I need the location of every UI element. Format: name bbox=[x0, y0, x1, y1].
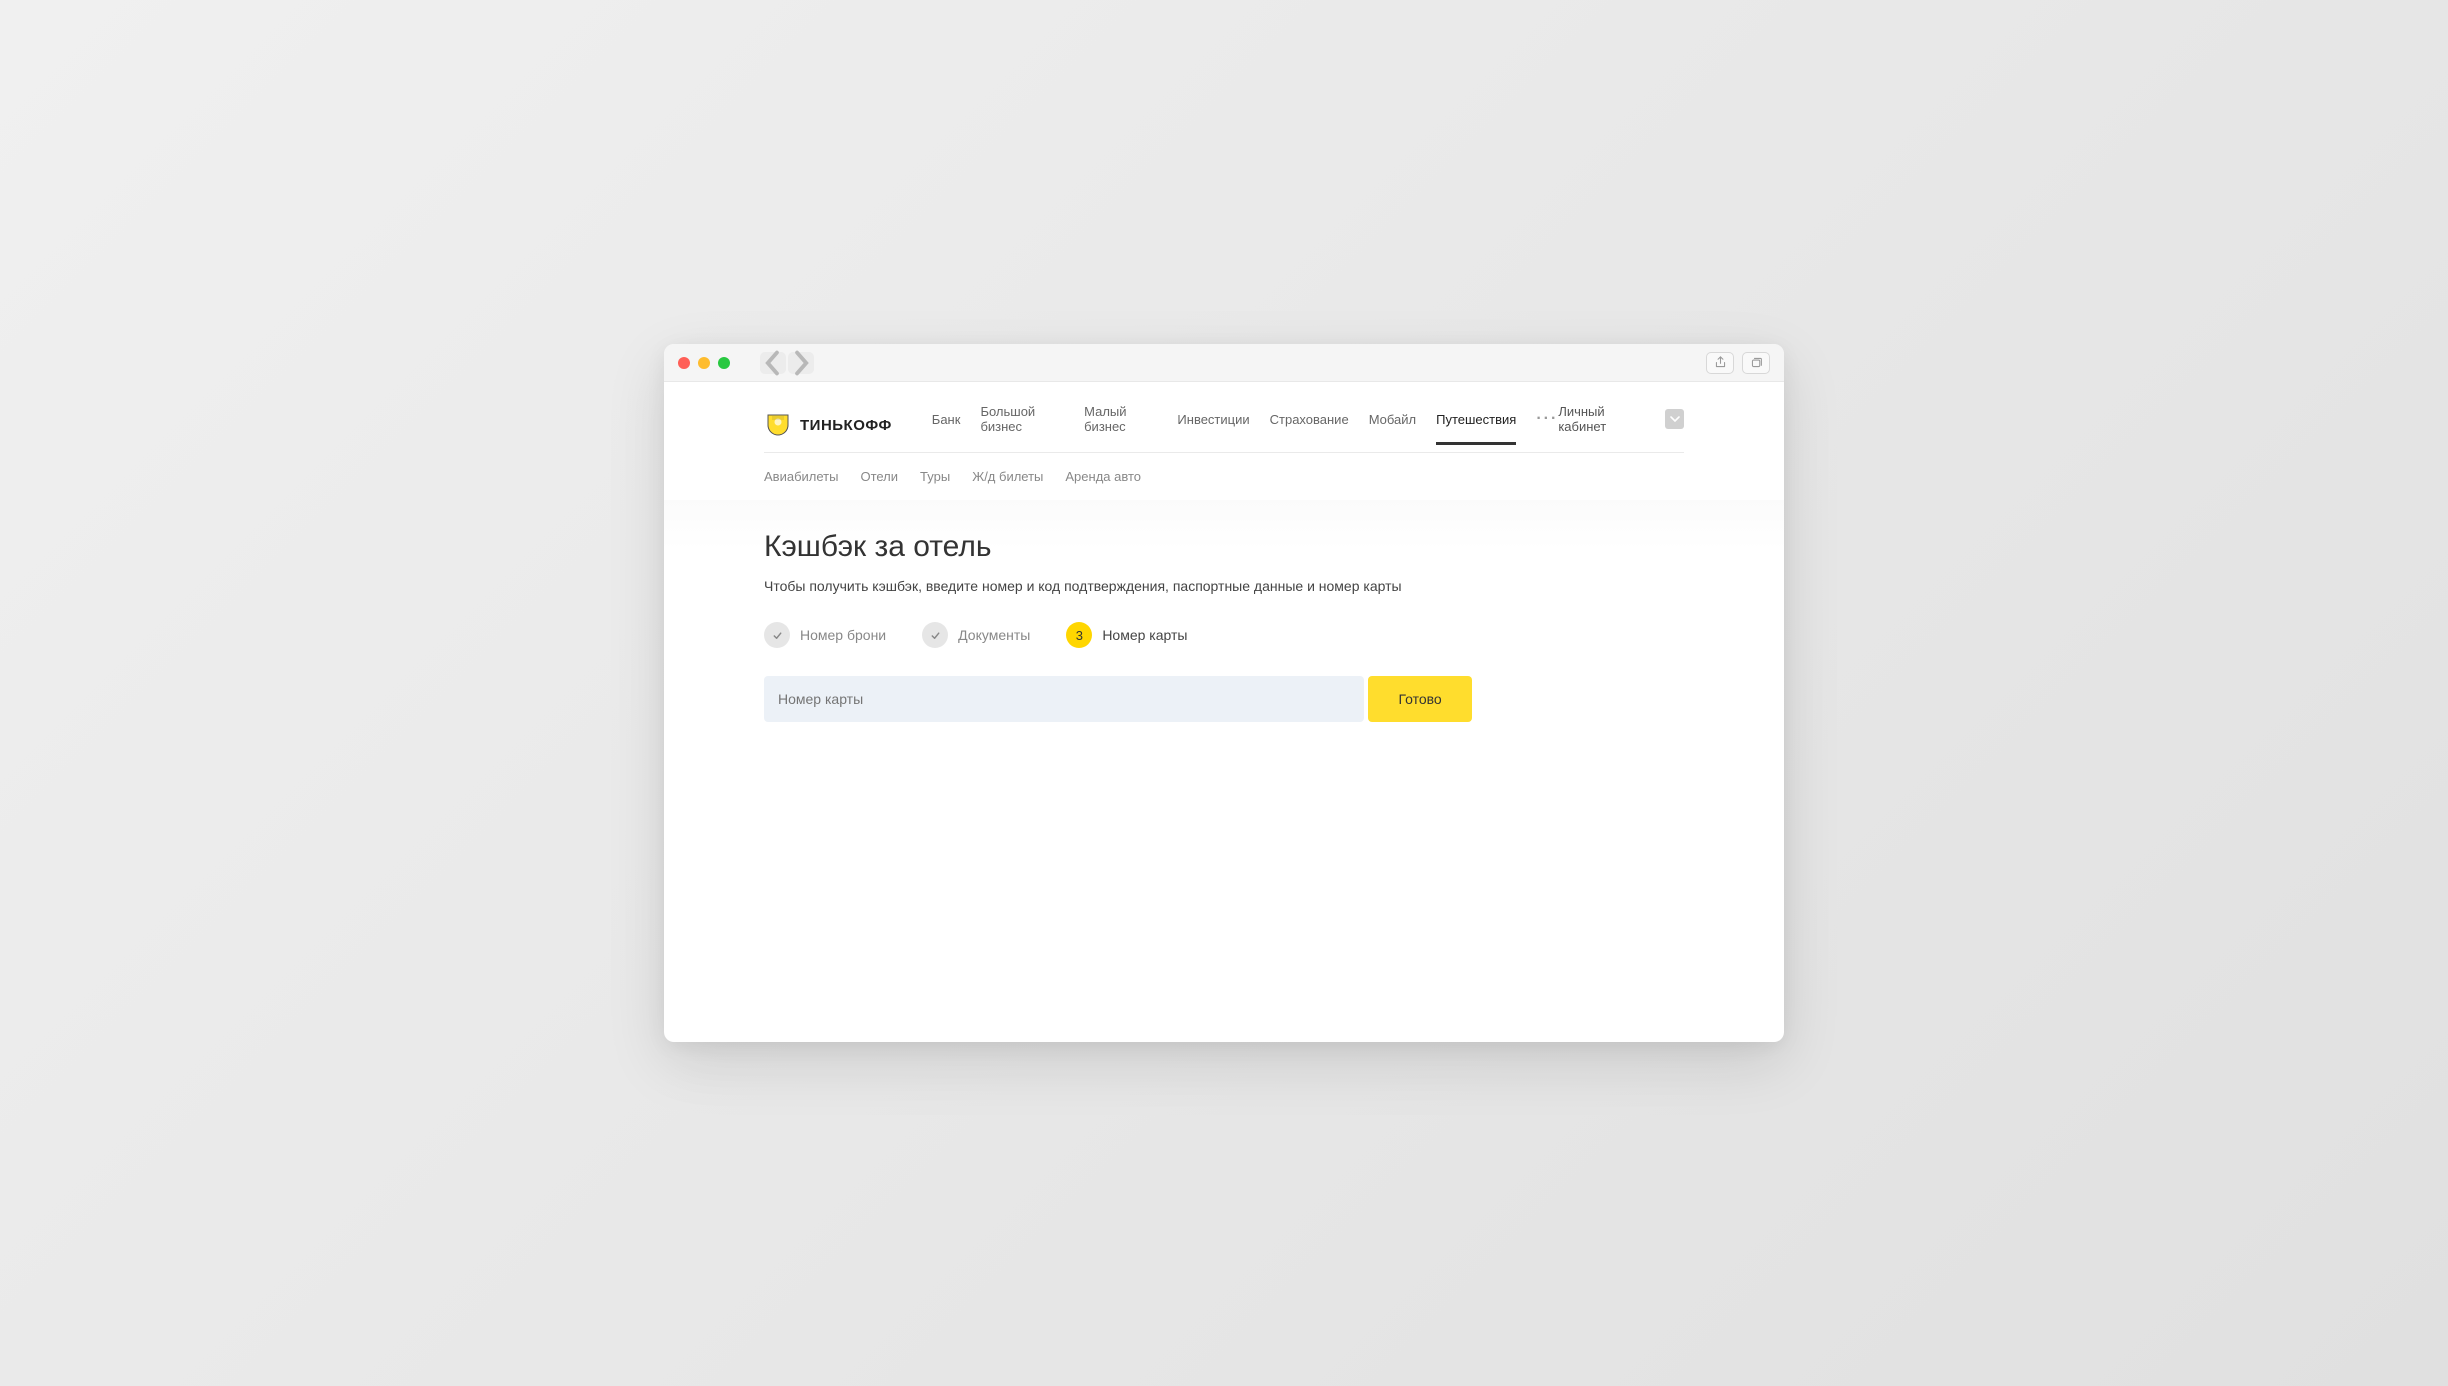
account-link[interactable]: Личный кабинет bbox=[1558, 404, 1651, 434]
card-number-input[interactable] bbox=[764, 676, 1364, 722]
submit-button[interactable]: Готово bbox=[1368, 676, 1471, 722]
logo-crest-icon bbox=[764, 411, 792, 439]
header: ТИНЬКОФФ Банк Большой бизнес Малый бизне… bbox=[664, 382, 1784, 452]
minimize-window-button[interactable] bbox=[698, 357, 710, 369]
step-3-indicator: 3 bbox=[1066, 622, 1092, 648]
browser-toolbar bbox=[664, 344, 1784, 382]
close-window-button[interactable] bbox=[678, 357, 690, 369]
logo[interactable]: ТИНЬКОФФ bbox=[764, 411, 892, 439]
nav-big-business[interactable]: Большой бизнес bbox=[980, 398, 1064, 452]
nav-forward-button[interactable] bbox=[788, 352, 814, 374]
step-1-label: Номер брони bbox=[800, 627, 886, 643]
nav-investments[interactable]: Инвестиции bbox=[1177, 406, 1249, 445]
subnav-tours[interactable]: Туры bbox=[920, 469, 950, 484]
subnav-hotels[interactable]: Отели bbox=[860, 469, 898, 484]
browser-window: ТИНЬКОФФ Банк Большой бизнес Малый бизне… bbox=[664, 344, 1784, 1042]
nav-mobile[interactable]: Мобайл bbox=[1369, 406, 1416, 445]
brand-name: ТИНЬКОФФ bbox=[800, 417, 892, 434]
nav-back-button[interactable] bbox=[760, 352, 786, 374]
check-icon bbox=[930, 630, 941, 641]
nav-travel[interactable]: Путешествия bbox=[1436, 406, 1516, 445]
step-booking-number: Номер брони bbox=[764, 622, 886, 648]
subnav-rail[interactable]: Ж/д билеты bbox=[972, 469, 1043, 484]
share-button[interactable] bbox=[1706, 352, 1734, 374]
step-card-number: 3 Номер карты bbox=[1066, 622, 1187, 648]
account-area: Личный кабинет bbox=[1558, 404, 1684, 446]
nav-arrows bbox=[760, 352, 814, 374]
nav-insurance[interactable]: Страхование bbox=[1270, 406, 1349, 445]
chevron-left-icon bbox=[760, 350, 786, 376]
page: ТИНЬКОФФ Банк Большой бизнес Малый бизне… bbox=[664, 382, 1784, 1042]
nav-small-business[interactable]: Малый бизнес bbox=[1084, 398, 1157, 452]
step-2-indicator bbox=[922, 622, 948, 648]
toolbar-actions bbox=[1706, 352, 1770, 374]
stepper: Номер брони Документы 3 Номер карты bbox=[764, 622, 1684, 648]
subnav-car-rental[interactable]: Аренда авто bbox=[1065, 469, 1141, 484]
step-documents: Документы bbox=[922, 622, 1030, 648]
page-subtitle: Чтобы получить кэшбэк, введите номер и к… bbox=[764, 578, 1684, 594]
main-nav: Банк Большой бизнес Малый бизнес Инвести… bbox=[932, 398, 1559, 452]
page-title: Кэшбэк за отель bbox=[764, 530, 1684, 564]
tabs-button[interactable] bbox=[1742, 352, 1770, 374]
content: Кэшбэк за отель Чтобы получить кэшбэк, в… bbox=[664, 500, 1784, 808]
check-icon bbox=[772, 630, 783, 641]
nav-bank[interactable]: Банк bbox=[932, 406, 961, 445]
chevron-right-icon bbox=[788, 350, 814, 376]
sub-nav: Авиабилеты Отели Туры Ж/д билеты Аренда … bbox=[664, 453, 1784, 500]
share-icon bbox=[1714, 356, 1727, 369]
subnav-flights[interactable]: Авиабилеты bbox=[764, 469, 838, 484]
tabs-icon bbox=[1750, 356, 1763, 369]
nav-more-button[interactable]: ··· bbox=[1536, 410, 1558, 440]
step-1-indicator bbox=[764, 622, 790, 648]
notifications-button[interactable] bbox=[1665, 409, 1684, 429]
chevron-down-icon bbox=[1669, 413, 1681, 425]
step-3-label: Номер карты bbox=[1102, 627, 1187, 643]
maximize-window-button[interactable] bbox=[718, 357, 730, 369]
step-2-label: Документы bbox=[958, 627, 1030, 643]
window-controls bbox=[678, 357, 730, 369]
